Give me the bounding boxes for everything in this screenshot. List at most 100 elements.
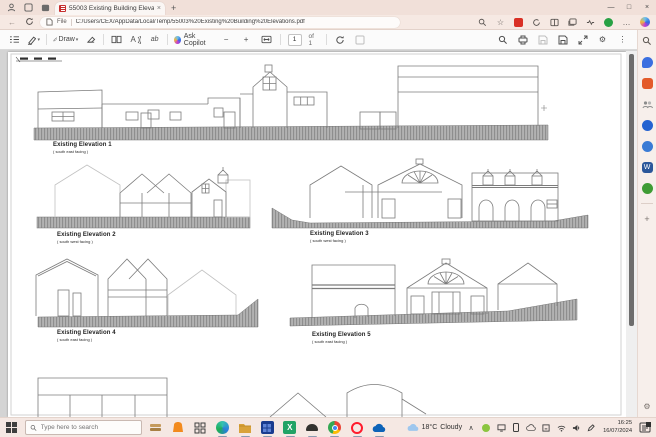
start-button[interactable] <box>2 418 21 437</box>
settings-more-icon[interactable]: … <box>621 17 632 28</box>
minimize-button[interactable]: — <box>602 0 620 15</box>
draw-button[interactable]: Draw ▾ <box>53 33 78 47</box>
browser-tab[interactable]: 55003 Existing Building Elevatio × <box>55 2 165 15</box>
close-button[interactable]: × <box>638 0 656 15</box>
taskbar-chrome-icon[interactable] <box>325 418 343 437</box>
url-scheme-label: File <box>57 19 67 25</box>
page-count-label: of 1 <box>309 33 319 47</box>
taskbar-clock[interactable]: 16:25 16/07/2024 <box>603 420 632 434</box>
elevation-2-drawing <box>37 165 250 228</box>
taskbar-weather[interactable]: 18°C Cloudy <box>407 423 462 432</box>
maximize-button[interactable]: □ <box>620 0 638 15</box>
refresh-icon[interactable] <box>23 17 35 28</box>
taskbar-edge-icon[interactable] <box>213 418 231 437</box>
tray-onedrive-icon[interactable] <box>526 422 536 434</box>
read-aloud-icon[interactable]: A <box>129 33 142 47</box>
tab-actions-icon[interactable] <box>38 2 52 14</box>
page-view-icon[interactable] <box>110 33 123 47</box>
pdf-viewer[interactable]: Existing Elevation 1 ( south east facing… <box>0 51 637 417</box>
taskbar-opera-icon[interactable] <box>348 418 366 437</box>
sidebar-add-button[interactable]: + <box>641 213 653 225</box>
sidebar-app-icon-6[interactable]: W <box>641 161 653 173</box>
tray-phone-icon[interactable] <box>511 422 521 434</box>
extension-green-icon[interactable] <box>603 17 614 28</box>
collections-icon[interactable] <box>567 17 578 28</box>
save-icon <box>536 33 549 47</box>
browser-titlebar: 55003 Existing Building Elevatio × + — □… <box>0 0 656 15</box>
eraser-icon[interactable] <box>84 33 97 47</box>
file-icon <box>46 13 53 31</box>
highlighter-icon[interactable]: ▾ <box>27 33 40 47</box>
copilot-icon[interactable] <box>639 17 650 28</box>
back-icon[interactable]: ← <box>6 18 18 27</box>
zoom-in-button[interactable]: + <box>240 33 253 47</box>
sidebar-app-icon-7[interactable] <box>641 182 653 194</box>
pdf-settings-gear-icon[interactable]: ⚙ <box>596 33 609 47</box>
tray-antivirus-icon[interactable] <box>481 422 491 434</box>
taskbar-file-explorer-icon[interactable] <box>236 418 254 437</box>
taskbar-dark-app-icon[interactable] <box>303 418 321 437</box>
ask-copilot-button[interactable]: Ask Copilot <box>174 33 214 47</box>
extension-red-icon[interactable] <box>513 17 524 28</box>
tray-windows-ink-icon[interactable] <box>541 422 551 434</box>
save-as-icon[interactable] <box>556 33 569 47</box>
new-tab-button[interactable]: + <box>171 3 176 13</box>
elevation-3-drawing <box>272 159 588 228</box>
profile-icon[interactable] <box>4 2 18 14</box>
clock-time: 16:25 <box>603 420 632 427</box>
toolbar-more-icon[interactable]: ⋮ <box>616 33 629 47</box>
sidebar-settings-gear-icon[interactable]: ⚙ <box>641 400 653 412</box>
sidebar-app-icon-4[interactable] <box>641 119 653 131</box>
sidebar-search-icon[interactable] <box>477 17 488 28</box>
tray-pen-icon[interactable] <box>586 422 596 434</box>
draw-label: Draw <box>58 36 74 43</box>
page-number-input[interactable] <box>288 34 302 46</box>
pdf-page: Existing Elevation 1 ( south east facing… <box>8 52 626 417</box>
zoom-out-button[interactable]: − <box>220 33 233 47</box>
reload-extension-icon[interactable] <box>531 17 542 28</box>
scrollbar-thumb[interactable] <box>629 54 634 326</box>
highlighter-caret-icon[interactable]: ▾ <box>37 37 40 43</box>
split-screen-icon[interactable] <box>549 17 560 28</box>
sidebar-app-icon-3[interactable] <box>641 98 653 110</box>
browser-essentials-icon[interactable] <box>585 17 596 28</box>
address-bar: ← File C:/Users/CEX/AppData/Local/Temp/5… <box>0 15 656 30</box>
weather-condition: Cloudy <box>440 424 462 431</box>
tray-volume-icon[interactable] <box>571 422 581 434</box>
taskbar-onedrive-icon[interactable] <box>370 418 388 437</box>
notification-center-icon[interactable] <box>639 421 652 434</box>
sidebar-search-tool-icon[interactable] <box>641 35 653 47</box>
tab-close-icon[interactable]: × <box>157 5 161 12</box>
window-controls: — □ × <box>602 0 656 15</box>
sidebar-app-icon-5[interactable] <box>641 140 653 152</box>
taskbar: X 18°C Cloudy ∧ <box>0 417 656 437</box>
print-icon[interactable] <box>516 33 529 47</box>
find-icon[interactable] <box>496 33 509 47</box>
task-view-icon[interactable] <box>191 418 209 437</box>
draw-caret-icon[interactable]: ▾ <box>76 37 79 43</box>
elevation-5-label: Existing Elevation 5 ( south east facing… <box>312 332 371 344</box>
pill-divider <box>71 19 72 26</box>
sidebar-app-icon-1[interactable] <box>641 56 653 68</box>
vertical-scrollbar[interactable] <box>626 51 637 417</box>
fit-to-width-icon[interactable] <box>260 33 273 47</box>
url-field[interactable]: File C:/Users/CEX/AppData/Local/Temp/550… <box>40 17 400 28</box>
tray-expand-icon[interactable]: ∧ <box>466 422 476 434</box>
taskbar-search-box[interactable] <box>25 420 142 435</box>
toc-icon[interactable] <box>8 33 21 47</box>
rotate-icon[interactable] <box>334 33 347 47</box>
tray-network-icon[interactable] <box>556 422 566 434</box>
tray-display-icon[interactable] <box>496 422 506 434</box>
taskbar-excel-icon[interactable]: X <box>281 418 299 437</box>
taskbar-widget-icon-1[interactable] <box>146 418 164 437</box>
sidebar-app-icon-2[interactable] <box>641 77 653 89</box>
text-selection-icon[interactable]: ab <box>148 33 161 47</box>
taskbar-search-input[interactable] <box>41 424 137 431</box>
taskbar-widget-icon-2[interactable] <box>168 418 186 437</box>
workspace-icon[interactable] <box>21 2 35 14</box>
fullscreen-icon[interactable] <box>576 33 589 47</box>
favorites-star-icon[interactable]: ☆ <box>495 17 506 28</box>
ask-copilot-label: Ask Copilot <box>184 33 214 47</box>
clock-date: 16/07/2024 <box>603 428 632 435</box>
taskbar-app-grid-icon[interactable] <box>258 418 276 437</box>
